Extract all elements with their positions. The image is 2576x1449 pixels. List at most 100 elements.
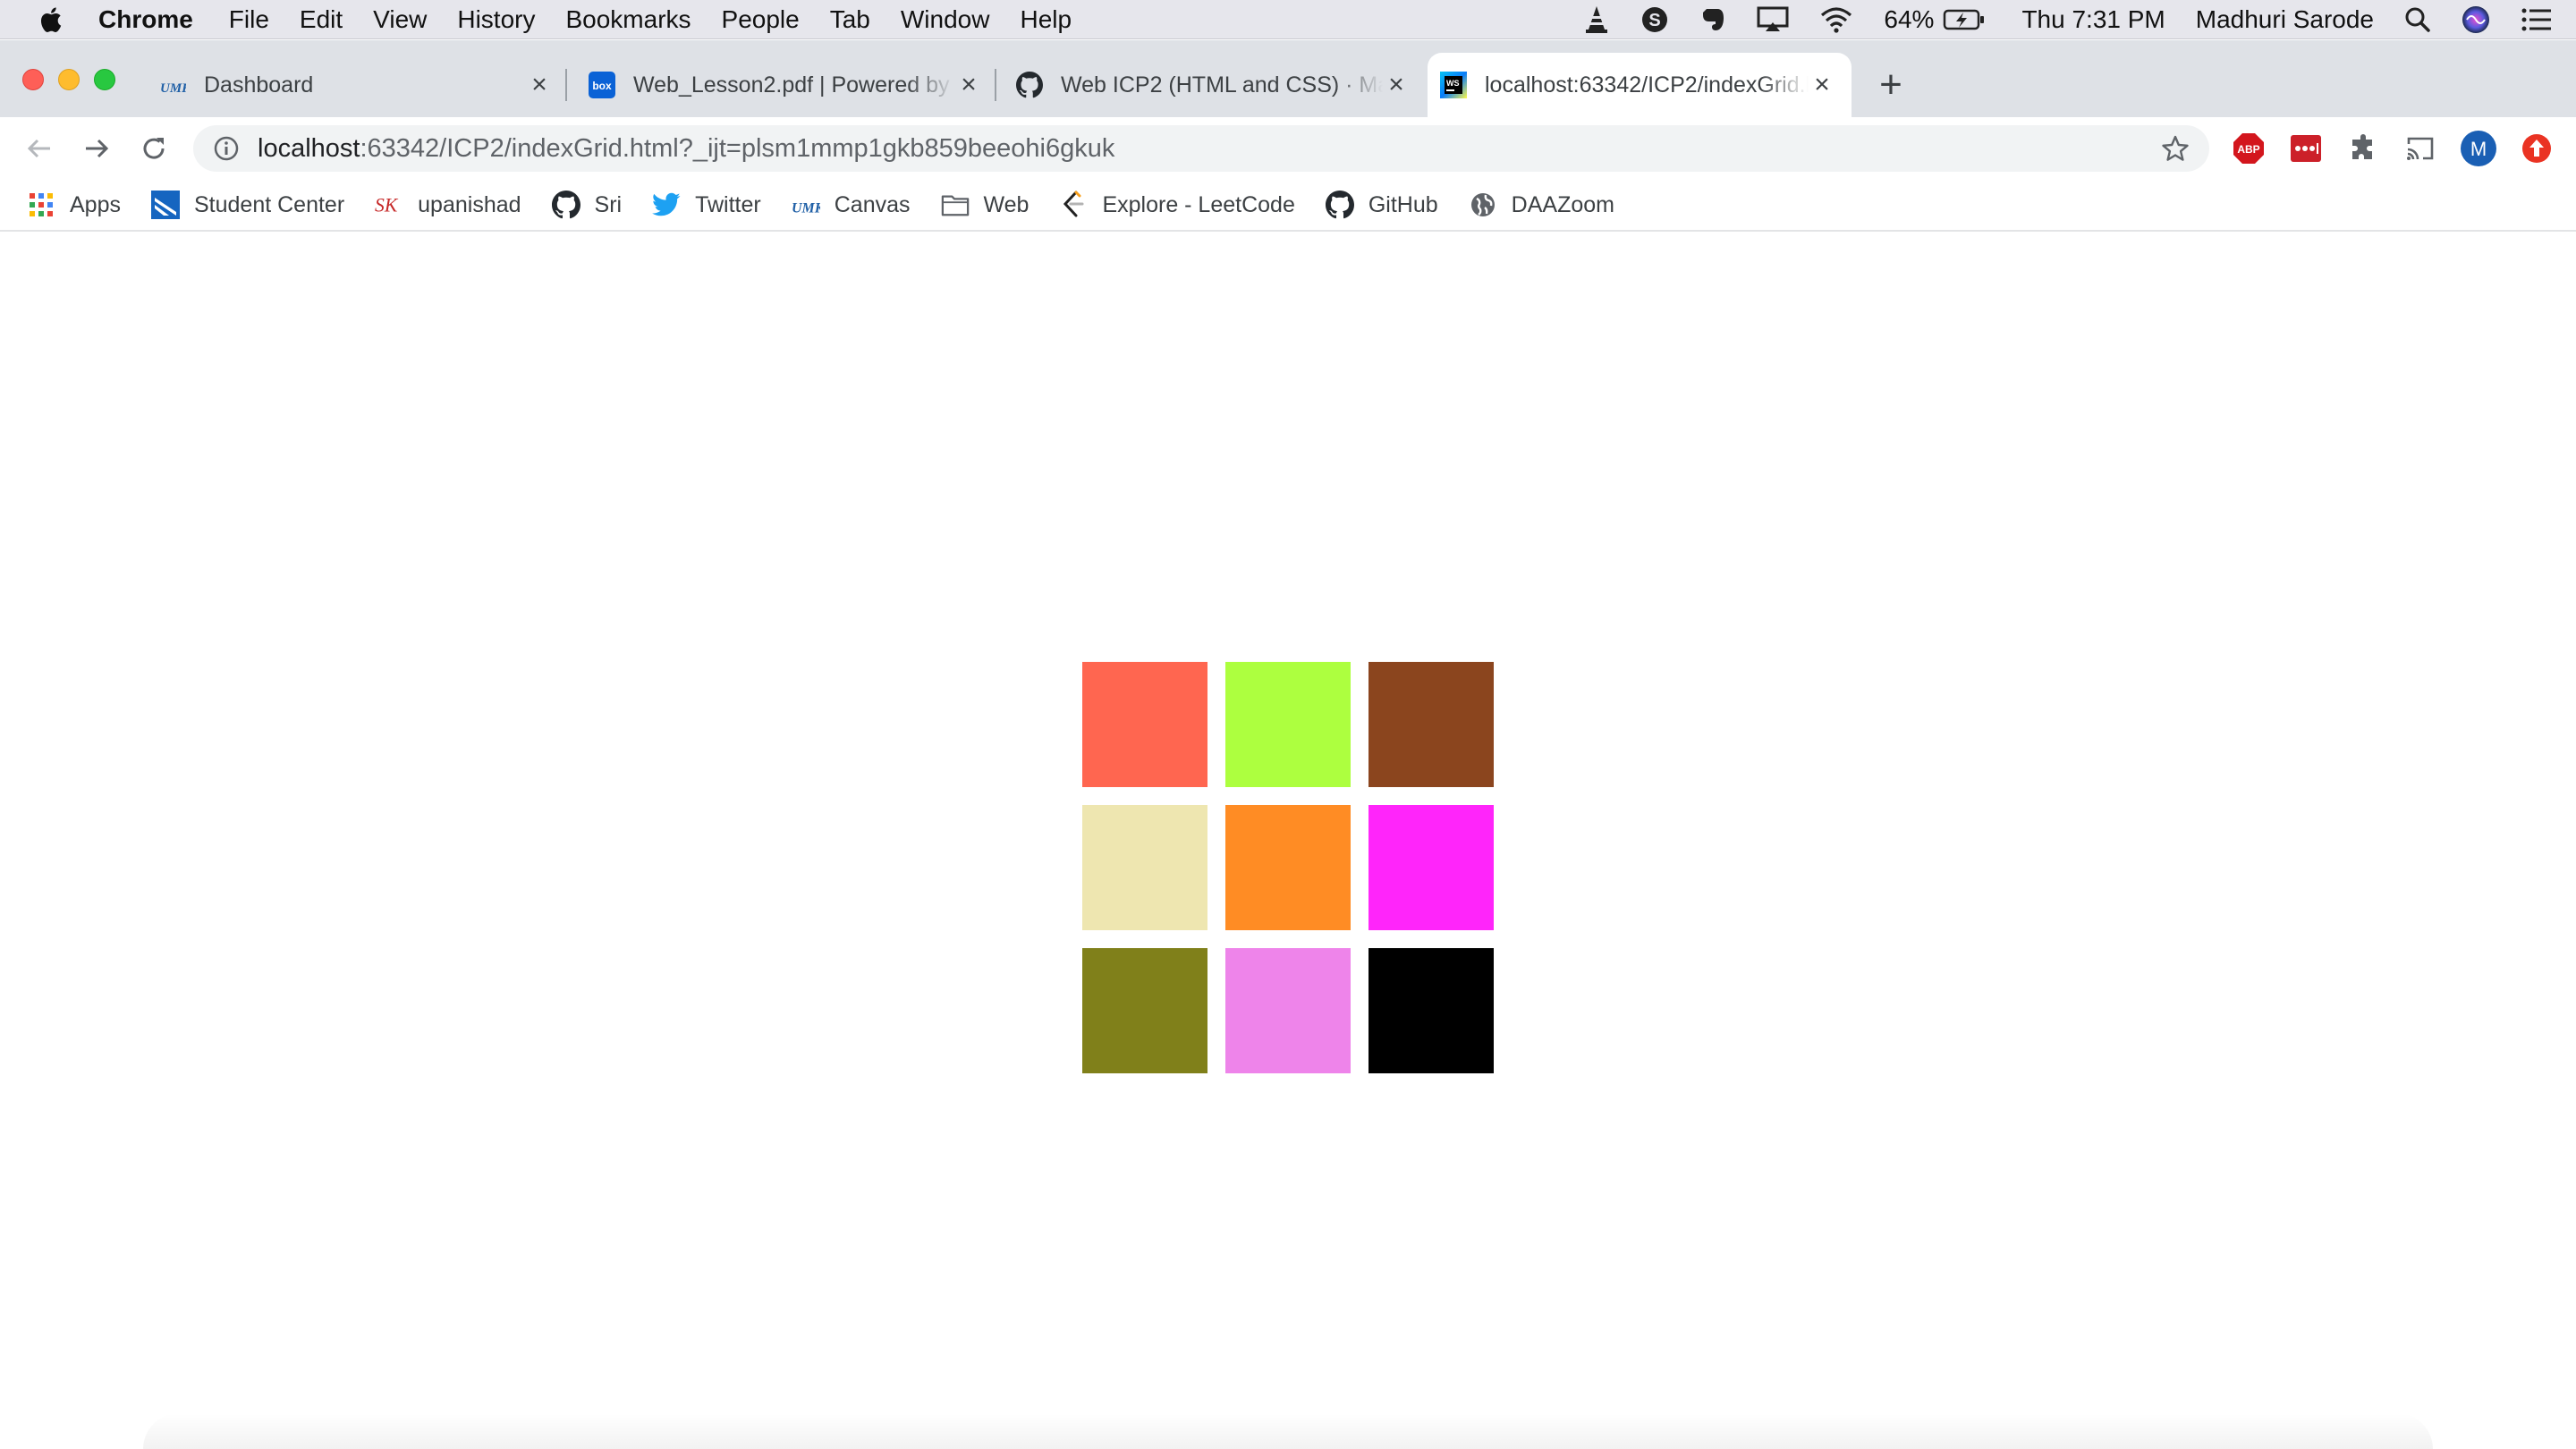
cast-icon [2407,137,2434,160]
bookmark-label: Canvas [834,191,911,217]
close-tab-icon[interactable]: × [1809,70,1835,99]
update-arrow-icon [2522,134,2551,163]
bookmark-twitter[interactable]: Twitter [652,191,761,219]
bookmark-label: DAAZoom [1511,191,1614,217]
clock[interactable]: Thu 7:31 PM [2021,5,2165,34]
tab-title: Web_Lesson2.pdf | Powered by Box [633,72,955,97]
grid-cell-9 [1368,948,1494,1073]
tab-dashboard[interactable]: UMKC Dashboard × [159,53,553,117]
url-host: localhost [258,133,360,163]
bookmark-github[interactable]: GitHub [1325,191,1438,219]
svg-text:UMKC: UMKC [792,201,820,216]
url-path: :63342/ICP2/indexGrid.html?_ijt=plsm1mmp… [360,133,1115,163]
vlc-icon[interactable] [1583,4,1610,35]
github-icon [1016,72,1043,98]
menu-file[interactable]: File [229,5,269,34]
arrow-right-icon [86,139,109,158]
umkc-icon: UMKC [159,72,186,98]
globe-icon [1469,191,1497,219]
menu-app-name[interactable]: Chrome [98,5,193,34]
svg-text:S: S [1649,11,1661,30]
menu-view[interactable]: View [373,5,427,34]
menu-window[interactable]: Window [901,5,990,34]
apps-grid-icon [27,191,55,219]
bookmark-label: Sri [594,191,623,217]
grid-cell-6 [1368,805,1494,930]
adblock-plus-extension[interactable]: ABP [2233,132,2265,165]
bookmark-label: Apps [70,191,121,217]
user-name[interactable]: Madhuri Sarode [2196,5,2374,34]
bookmark-sri[interactable]: Sri [551,191,623,219]
update-menu-button[interactable] [2521,132,2553,165]
tab-strip: UMKC Dashboard × box Web_Lesson2.pdf | P… [0,40,2576,117]
browser-toolbar: localhost:63342/ICP2/indexGrid.html?_ijt… [0,117,2576,180]
reload-button[interactable] [138,132,170,165]
extensions-button[interactable] [2347,132,2379,165]
back-button[interactable] [23,132,55,165]
bookmark-folder-web[interactable]: Web [941,191,1029,219]
bookmark-label: Twitter [695,191,761,217]
dock-shadow [143,1413,2433,1449]
twitter-icon [652,191,681,219]
profile-avatar[interactable]: M [2460,130,2497,167]
box-icon: box [589,72,615,98]
tab-title: localhost:63342/ICP2/indexGrid.html [1485,72,1809,97]
grid-cell-2 [1225,662,1351,787]
folder-icon [941,191,970,219]
grid-cell-8 [1225,948,1351,1073]
close-tab-icon[interactable]: × [1383,70,1410,99]
lastpass-extension[interactable] [2290,132,2322,165]
site-info-icon[interactable] [213,135,240,162]
evernote-icon[interactable] [1699,5,1726,34]
menu-bookmarks[interactable]: Bookmarks [565,5,691,34]
tab-localhost-indexgrid[interactable]: WS localhost:63342/ICP2/indexGrid.html × [1428,53,1852,117]
close-window-button[interactable] [22,69,44,90]
airplay-icon[interactable] [1757,6,1789,33]
address-bar[interactable]: localhost:63342/ICP2/indexGrid.html?_ijt… [193,125,2209,172]
apple-icon[interactable] [38,5,63,34]
mac-menu-bar: Chrome File Edit View History Bookmarks … [0,0,2576,39]
new-tab-button[interactable]: + [1871,63,1911,106]
bookmark-leetcode[interactable]: Explore - LeetCode [1059,191,1295,219]
bookmark-label: upanishad [418,191,521,217]
cast-button[interactable] [2404,132,2436,165]
wifi-icon[interactable] [1819,6,1853,33]
skype-icon[interactable]: S [1640,5,1669,34]
siri-icon[interactable] [2462,5,2490,34]
menu-tab[interactable]: Tab [830,5,870,34]
tab-title: Dashboard [204,72,314,97]
github-icon [551,191,580,219]
close-tab-icon[interactable]: × [955,70,982,99]
close-tab-icon[interactable]: × [526,70,553,99]
tab-web-lesson-pdf[interactable]: box Web_Lesson2.pdf | Powered by Box × [589,53,982,117]
grid-cell-4 [1082,805,1208,930]
bookmark-canvas[interactable]: UMKC Canvas [792,191,911,219]
minimize-window-button[interactable] [58,69,80,90]
puzzle-piece-icon [2352,134,2372,159]
svg-text:box: box [592,80,612,92]
bookmark-star-icon[interactable] [2161,134,2190,163]
maximize-window-button[interactable] [94,69,115,90]
forward-button[interactable] [80,132,113,165]
grid-cell-3 [1368,662,1494,787]
webstorm-icon: WS [1440,72,1467,98]
bookmark-apps[interactable]: Apps [27,191,121,219]
spotlight-search-icon[interactable] [2404,6,2431,33]
menu-help[interactable]: Help [1020,5,1072,34]
notification-center-icon[interactable] [2521,7,2553,32]
battery-charging-icon [1944,9,1985,30]
bookmark-student-center[interactable]: Student Center [150,191,344,219]
menu-edit[interactable]: Edit [300,5,343,34]
bookmark-daazoom[interactable]: DAAZoom [1469,191,1614,219]
bookmark-label: Explore - LeetCode [1102,191,1295,217]
student-center-icon [150,191,180,219]
leetcode-icon [1059,191,1088,219]
menu-people[interactable]: People [722,5,800,34]
sk-icon-text: SK [375,195,399,216]
menu-history[interactable]: History [457,5,535,34]
github-icon [1325,191,1354,219]
arrow-left-icon [27,139,50,158]
battery-status[interactable]: 64% [1884,5,1986,34]
bookmark-upanishad[interactable]: SK upanishad [375,191,521,219]
tab-github-icp2[interactable]: Web ICP2 (HTML and CSS) · MadhuriSarode … [1016,53,1410,117]
